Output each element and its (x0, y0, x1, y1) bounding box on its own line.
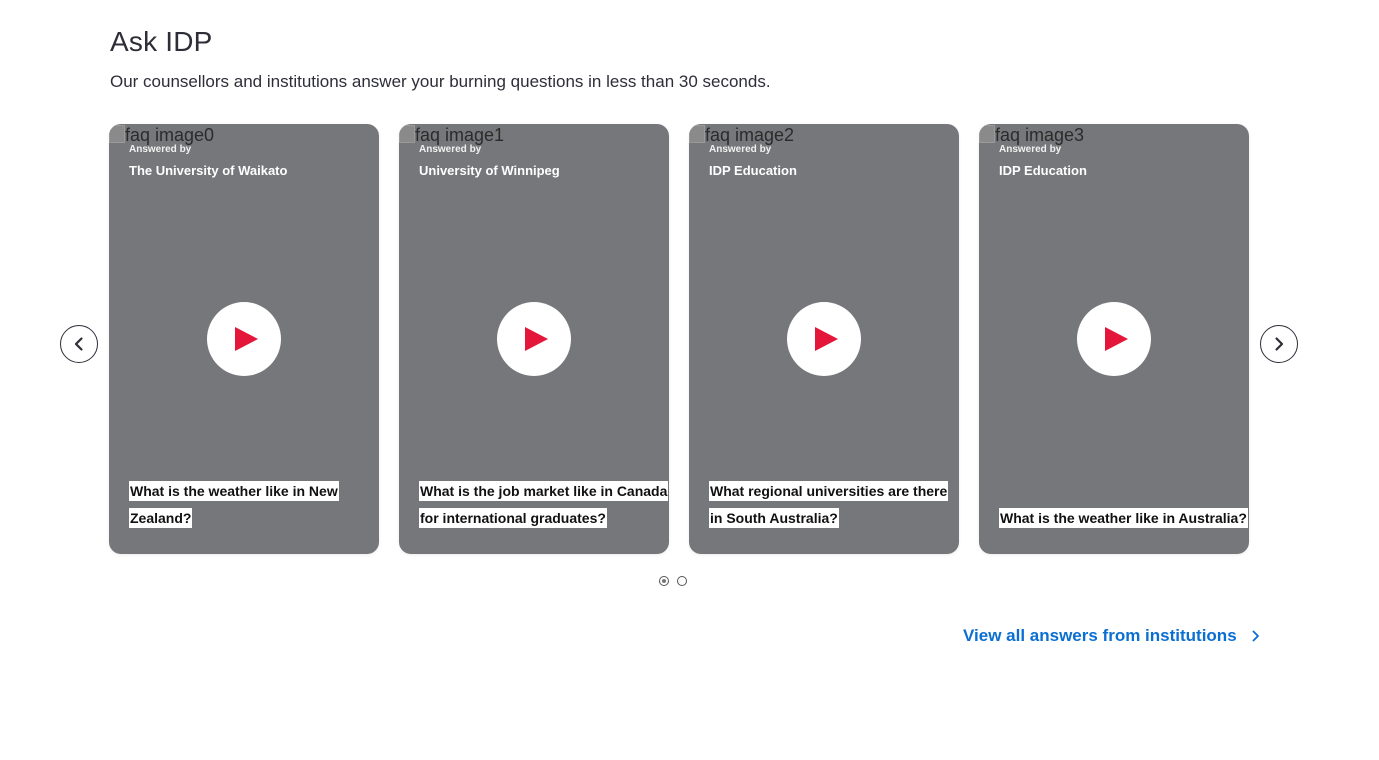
faq-card-image: faq image1 (399, 125, 504, 145)
play-icon (1105, 327, 1128, 351)
carousel-next-button[interactable] (1260, 325, 1298, 363)
broken-image-icon (979, 125, 995, 143)
carousel-dot-2[interactable] (677, 576, 687, 586)
broken-image-icon (109, 125, 125, 143)
broken-image-icon (399, 125, 415, 143)
carousel-pagination (659, 576, 687, 586)
play-button[interactable] (207, 302, 281, 376)
carousel-dot-1[interactable] (659, 576, 669, 586)
institution-name: IDP Education (709, 163, 797, 178)
faq-question: What is the job market like in Canada fo… (419, 478, 669, 532)
play-icon (525, 327, 548, 351)
faq-question: What is the weather like in New Zealand? (129, 478, 379, 532)
play-icon (235, 327, 258, 351)
faq-card[interactable]: faq image0 Answered by The University of… (109, 124, 379, 554)
faq-card[interactable]: faq image2 Answered by IDP Education Wha… (689, 124, 959, 554)
play-button[interactable] (497, 302, 571, 376)
chevron-right-icon (1275, 337, 1284, 351)
section-subtitle: Our counsellors and institutions answer … (110, 72, 771, 91)
faq-card-image-alt: faq image0 (125, 125, 215, 145)
institution-name: IDP Education (999, 163, 1087, 178)
institution-name: The University of Waikato (129, 163, 288, 178)
view-all-answers-label: View all answers from institutions (963, 626, 1237, 645)
institution-name: University of Winnipeg (419, 163, 560, 178)
play-icon (815, 327, 838, 351)
faq-question: What is the weather like in Australia? (999, 505, 1249, 532)
faq-card-image: faq image3 (979, 125, 1084, 145)
faq-card[interactable]: faq image1 Answered by University of Win… (399, 124, 669, 554)
carousel-prev-button[interactable] (60, 325, 98, 363)
answered-by-label: Answered by (999, 144, 1062, 155)
chevron-right-icon (1252, 630, 1259, 642)
view-all-answers-link[interactable]: View all answers from institutions (963, 626, 1261, 646)
play-button[interactable] (1077, 302, 1151, 376)
faq-card-image-alt: faq image2 (705, 125, 795, 145)
faq-card[interactable]: faq image3 Answered by IDP Education Wha… (979, 124, 1249, 554)
faq-cards: faq image0 Answered by The University of… (109, 124, 1249, 554)
broken-image-icon (689, 125, 705, 143)
faq-question-text: What is the weather like in New Zealand? (129, 481, 339, 528)
play-button[interactable] (787, 302, 861, 376)
answered-by-label: Answered by (129, 144, 192, 155)
chevron-left-icon (74, 337, 83, 351)
faq-question-text: What regional universities are there in … (709, 481, 949, 528)
faq-card-image-alt: faq image1 (415, 125, 505, 145)
faq-question-text: What is the weather like in Australia? (999, 508, 1248, 528)
answered-by-label: Answered by (419, 144, 482, 155)
answered-by-label: Answered by (709, 144, 772, 155)
faq-question-text: What is the job market like in Canada fo… (419, 481, 669, 528)
faq-card-image-alt: faq image3 (995, 125, 1085, 145)
faq-card-image: faq image0 (109, 125, 214, 145)
faq-question: What regional universities are there in … (709, 478, 959, 532)
faq-card-image: faq image2 (689, 125, 794, 145)
section-title: Ask IDP (110, 26, 213, 57)
